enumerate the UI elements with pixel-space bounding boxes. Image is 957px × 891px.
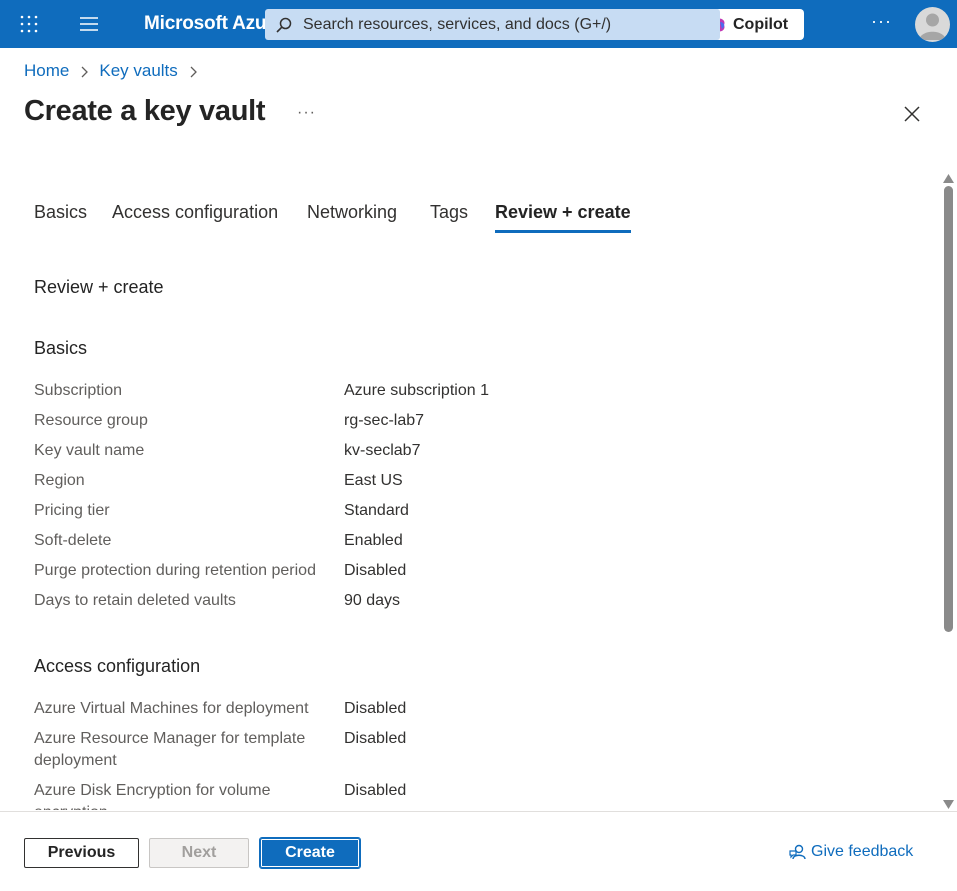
row-label-days-to-retain: Days to retain deleted vaults bbox=[34, 592, 236, 609]
menu-icon[interactable] bbox=[78, 15, 100, 33]
row-label-key-vault-name: Key vault name bbox=[34, 442, 145, 459]
portal-brand[interactable]: Microsoft Azure bbox=[144, 13, 284, 35]
breadcrumb-home[interactable]: Home bbox=[24, 61, 69, 81]
row-label-subscription: Subscription bbox=[34, 382, 123, 399]
wizard-footer: Previous Next Create Give feedback bbox=[0, 811, 957, 891]
row-value-purge-protection: Disabled bbox=[344, 562, 407, 579]
scrollbar-thumb[interactable] bbox=[944, 186, 953, 632]
row-label-pricing-tier: Pricing tier bbox=[34, 502, 110, 519]
search-placeholder: Search resources, services, and docs (G+… bbox=[303, 15, 612, 33]
row-label-disk-encryption: Azure Disk Encryption for volume encrypt… bbox=[34, 782, 271, 810]
breadcrumb-key-vaults[interactable]: Key vaults bbox=[99, 61, 177, 81]
top-bar: Microsoft Azure Copilot Search resources… bbox=[0, 0, 957, 48]
access-configuration-heading: Access configuration bbox=[34, 656, 201, 676]
row-value-resource-group: rg-sec-lab7 bbox=[344, 412, 425, 429]
avatar[interactable] bbox=[915, 7, 950, 42]
scroll-up-arrow-icon[interactable] bbox=[943, 170, 954, 183]
scroll-down-arrow-icon[interactable] bbox=[943, 796, 954, 809]
row-label-soft-delete: Soft-delete bbox=[34, 532, 112, 549]
create-button[interactable]: Create bbox=[259, 837, 361, 869]
review-content: Review + create Basics Subscription Azur… bbox=[0, 160, 940, 810]
basics-heading: Basics bbox=[34, 338, 88, 358]
row-label-region: Region bbox=[34, 472, 85, 489]
row-value-vm-deployment: Disabled bbox=[344, 700, 407, 717]
row-label-purge-protection: Purge protection during retention period bbox=[34, 562, 316, 579]
give-feedback-link[interactable]: Give feedback bbox=[789, 843, 913, 861]
row-value-region: East US bbox=[344, 472, 403, 489]
row-label-arm-template: Azure Resource Manager for template depl… bbox=[34, 730, 306, 769]
breadcrumb: Home Key vaults bbox=[24, 61, 208, 81]
more-options-icon[interactable]: ··· bbox=[871, 11, 892, 32]
page-more-icon[interactable]: ··· bbox=[297, 104, 316, 122]
row-value-disk-encryption: Disabled bbox=[344, 782, 407, 799]
copilot-button[interactable]: Copilot bbox=[714, 9, 804, 40]
give-feedback-label: Give feedback bbox=[811, 843, 914, 860]
next-button[interactable]: Next bbox=[149, 838, 249, 868]
row-value-key-vault-name: kv-seclab7 bbox=[344, 442, 421, 459]
search-icon bbox=[275, 16, 293, 34]
review-heading: Review + create bbox=[34, 277, 164, 297]
row-value-arm-template: Disabled bbox=[344, 730, 407, 747]
search-box[interactable]: Search resources, services, and docs (G+… bbox=[265, 9, 720, 40]
page-title: Create a key vault bbox=[24, 95, 266, 127]
row-label-resource-group: Resource group bbox=[34, 412, 148, 429]
app-launcher-icon[interactable] bbox=[19, 14, 39, 34]
chevron-right-icon bbox=[188, 64, 198, 78]
row-label-vm-deployment: Azure Virtual Machines for deployment bbox=[34, 700, 309, 717]
close-icon[interactable] bbox=[903, 105, 921, 123]
chevron-right-icon bbox=[79, 64, 89, 78]
row-value-subscription: Azure subscription 1 bbox=[344, 382, 489, 399]
copilot-label: Copilot bbox=[733, 15, 789, 33]
previous-button[interactable]: Previous bbox=[24, 838, 139, 868]
feedback-icon bbox=[789, 843, 807, 861]
row-value-soft-delete: Enabled bbox=[344, 532, 403, 549]
row-value-days-to-retain: 90 days bbox=[344, 592, 401, 609]
row-value-pricing-tier: Standard bbox=[344, 502, 409, 519]
